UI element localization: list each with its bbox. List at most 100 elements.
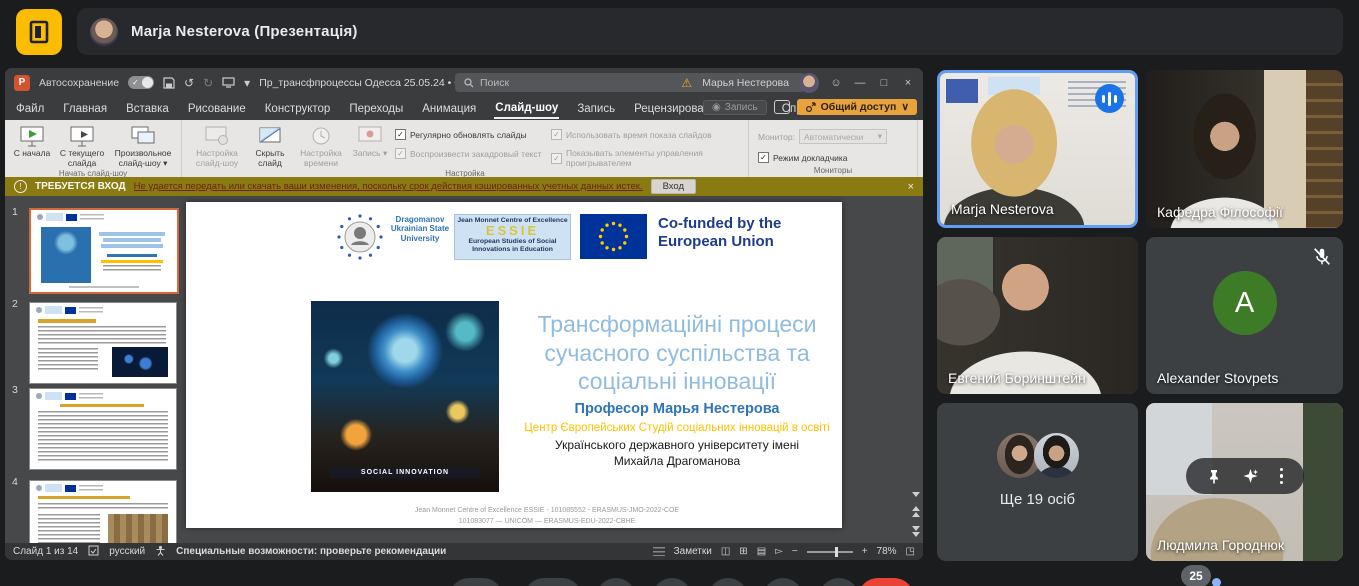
- tile-evgeniy-borinshteyn[interactable]: Евгений Боринштейн: [937, 237, 1138, 394]
- tab-transitions[interactable]: Переходы: [348, 100, 404, 118]
- slide-thumbnail-2[interactable]: [29, 302, 177, 384]
- presenter-view-checkbox[interactable]: ✓ Режим докладчика: [758, 152, 908, 163]
- tab-draw[interactable]: Рисование: [187, 100, 247, 118]
- eu-flag: [580, 214, 647, 259]
- tab-file[interactable]: Файл: [15, 100, 45, 118]
- signin-warning-bar: ! ТРЕБУЕТСЯ ВХОД Не удается передать или…: [5, 177, 923, 196]
- tab-home[interactable]: Главная: [62, 100, 108, 118]
- zoom-out-button[interactable]: −: [792, 546, 798, 557]
- rehearse-timings-button[interactable]: Настройка времени: [293, 122, 349, 168]
- tile-more-participants[interactable]: Ще 19 осіб: [937, 403, 1138, 561]
- tab-record[interactable]: Запись: [576, 100, 616, 118]
- comments-icon[interactable]: [774, 100, 790, 114]
- view-normal-icon[interactable]: ◫: [721, 546, 730, 557]
- leave-call-button[interactable]: [858, 578, 914, 586]
- warning-close-icon[interactable]: ×: [908, 181, 914, 193]
- meet-app-logo[interactable]: [16, 9, 62, 55]
- view-slideshow-icon[interactable]: ▻: [775, 546, 783, 557]
- close-button[interactable]: ×: [901, 77, 915, 89]
- custom-slideshow-label: Произвольное слайд-шоу ▾: [113, 149, 173, 168]
- tile-lyudmila-gorodnyuk[interactable]: Людмила Городнюк: [1146, 403, 1343, 561]
- zoom-in-button[interactable]: +: [862, 546, 868, 557]
- effects-sparkle-icon[interactable]: [1242, 468, 1259, 485]
- mini-title-line: [38, 319, 96, 323]
- notes-toggle[interactable]: Заметки: [674, 546, 712, 557]
- record-button[interactable]: ◉Запись: [703, 100, 767, 115]
- sync-warning-icon[interactable]: ⚠: [681, 76, 692, 90]
- essie-name: ESSIE: [455, 224, 570, 238]
- reactions-button[interactable]: [652, 578, 692, 586]
- signin-button[interactable]: Вход: [651, 179, 697, 194]
- record-slideshow-button[interactable]: Запись ▾: [349, 122, 391, 159]
- scroll-down-icon[interactable]: [912, 492, 920, 497]
- slide-thumbnail-1[interactable]: [29, 208, 179, 294]
- raise-hand-button[interactable]: [763, 578, 803, 586]
- hide-slide-button[interactable]: Скрыть слайд: [247, 122, 293, 168]
- present-button[interactable]: [708, 578, 748, 586]
- restore-button[interactable]: □: [877, 77, 891, 89]
- view-sorter-icon[interactable]: ⊞: [739, 546, 747, 557]
- captions-button[interactable]: [596, 578, 636, 586]
- quickbar-dropdown-icon[interactable]: ▾: [244, 76, 250, 90]
- redo-icon[interactable]: ↻: [203, 76, 213, 90]
- slide-canvas[interactable]: Dragomanov Ukrainian State University Je…: [186, 202, 842, 528]
- pin-icon[interactable]: [1206, 468, 1222, 484]
- notification-dot: [1212, 578, 1221, 586]
- thumbnail-number-1: 1: [12, 206, 26, 218]
- mic-button[interactable]: [449, 578, 503, 586]
- camera-button[interactable]: [524, 578, 582, 586]
- keep-slides-updated-checkbox[interactable]: ✓ Регулярно обновлять слайды: [395, 129, 543, 140]
- custom-slideshow-button[interactable]: Произвольное слайд-шоу ▾: [110, 122, 176, 168]
- from-current-slide-label: С текущего слайда: [57, 149, 107, 168]
- more-options-icon[interactable]: [1280, 468, 1284, 485]
- zoom-level[interactable]: 78%: [877, 546, 897, 557]
- tile-alexander-stovpets[interactable]: A Alexander Stovpets: [1146, 237, 1343, 394]
- participant-count-badge[interactable]: 25: [1181, 565, 1211, 586]
- from-current-slide-button[interactable]: С текущего слайда: [54, 122, 110, 168]
- account-avatar[interactable]: [799, 73, 819, 93]
- slide-thumbnail-3[interactable]: [29, 388, 177, 470]
- spellcheck-icon[interactable]: [88, 545, 99, 559]
- undo-icon[interactable]: ↺: [184, 76, 194, 90]
- share-button[interactable]: Общий доступ ∨: [797, 99, 917, 115]
- record-dot-icon: ◉: [712, 102, 721, 113]
- more-options-button[interactable]: [819, 578, 859, 586]
- account-name[interactable]: Марья Нестерова: [702, 77, 789, 89]
- tab-animations[interactable]: Анимация: [421, 100, 477, 118]
- tab-design[interactable]: Конструктор: [264, 100, 332, 118]
- previous-slide-button[interactable]: [912, 506, 920, 517]
- setup-slideshow-button[interactable]: Настройка слайд-шоу: [187, 122, 247, 168]
- from-beginning-label: С начала: [14, 149, 51, 159]
- autosave-toggle[interactable]: ✓: [128, 76, 154, 89]
- mini-footer-line: [69, 286, 139, 288]
- use-timings-checkbox[interactable]: ✓ Использовать время показа слайдов: [551, 129, 739, 140]
- powerpoint-logo-icon: P: [14, 75, 30, 91]
- mini-text-lines: [38, 514, 100, 543]
- start-slideshow-icon[interactable]: [222, 77, 235, 88]
- accessibility-status[interactable]: Специальные возможности: проверьте реком…: [176, 546, 446, 557]
- ppt-statusbar: Слайд 1 из 14 русский Специальные возмож…: [5, 543, 923, 560]
- view-reading-icon[interactable]: ▤: [757, 546, 766, 557]
- warning-message[interactable]: Не удается передать или скачать ваши изм…: [134, 181, 643, 192]
- feedback-icon[interactable]: ☺: [829, 77, 843, 89]
- minimize-button[interactable]: —: [853, 77, 867, 89]
- zoom-slider-handle[interactable]: [835, 547, 838, 557]
- language-indicator[interactable]: русский: [109, 546, 145, 557]
- tab-insert[interactable]: Вставка: [125, 100, 170, 118]
- next-slide-button[interactable]: [912, 526, 920, 537]
- slide-thumbnail-4[interactable]: [29, 480, 177, 543]
- from-beginning-button[interactable]: С начала: [10, 122, 54, 159]
- tab-slideshow[interactable]: Слайд-шоу: [494, 99, 559, 119]
- monitor-dropdown[interactable]: Автоматически ▾: [799, 129, 887, 144]
- dragomanov-university-logo: [336, 213, 384, 261]
- shared-powerpoint-window: P Автосохранение ✓ ↺ ↻ ▾ Пр_трансфпроцес…: [5, 68, 923, 560]
- more-participants-label: Ще 19 осіб: [937, 491, 1138, 508]
- save-icon[interactable]: [163, 77, 175, 89]
- mini-text-lines: [103, 265, 161, 273]
- play-narrations-checkbox[interactable]: ✓ Воспроизвести закадровый текст: [395, 148, 543, 159]
- show-media-controls-checkbox[interactable]: ✓ Показывать элементы управления проигры…: [551, 148, 739, 168]
- tile-marja-nesterova[interactable]: Marja Nesterova: [937, 70, 1138, 228]
- fit-to-window-icon[interactable]: ◳: [906, 546, 915, 557]
- zoom-slider[interactable]: [807, 551, 853, 553]
- tile-kafedra-filosofii[interactable]: Кафедра Філософії: [1146, 70, 1343, 228]
